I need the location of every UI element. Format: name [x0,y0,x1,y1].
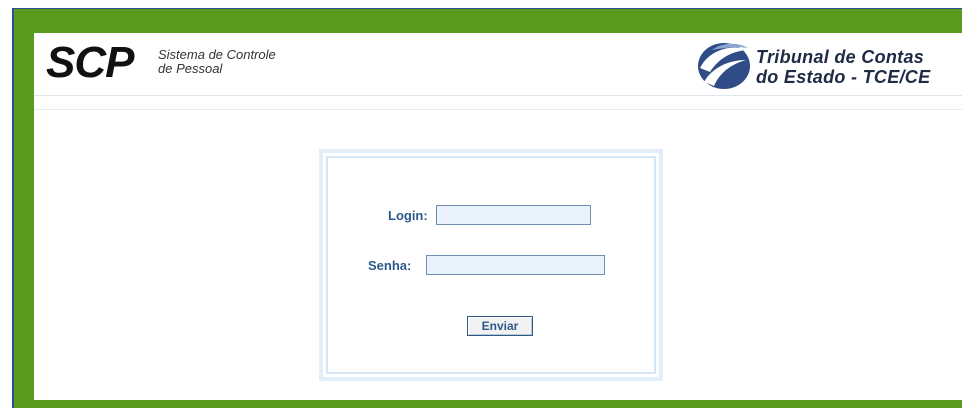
main-panel: SCP Sistema de Controle de Pessoal Tribu… [34,33,962,400]
login-form: Login: Senha: Enviar [319,149,663,381]
app-subtitle-line2: de Pessoal [158,61,223,76]
tce-swoosh-logo-icon [698,43,750,89]
login-form-border: Login: Senha: Enviar [326,156,656,374]
password-input[interactable] [426,255,605,275]
submit-button[interactable]: Enviar [467,316,533,336]
app-subtitle-line1: Sistema de Controle [158,47,276,62]
app-subtitle: Sistema de Controle de Pessoal [158,48,276,76]
organization-name-line2: do Estado - TCE/CE [756,67,931,87]
password-label: Senha: [368,258,412,273]
organization-name-line1: Tribunal de Contas [756,47,925,67]
login-form-body: Login: Senha: Enviar [330,160,652,370]
login-label: Login: [388,208,428,223]
app-logo-text: SCP [46,38,134,87]
login-form-frame: Login: Senha: Enviar [323,153,659,377]
header-divider [34,109,962,110]
login-input[interactable] [436,205,591,225]
header: SCP Sistema de Controle de Pessoal Tribu… [34,33,962,96]
organization-name: Tribunal de Contas do Estado - TCE/CE [756,47,930,87]
